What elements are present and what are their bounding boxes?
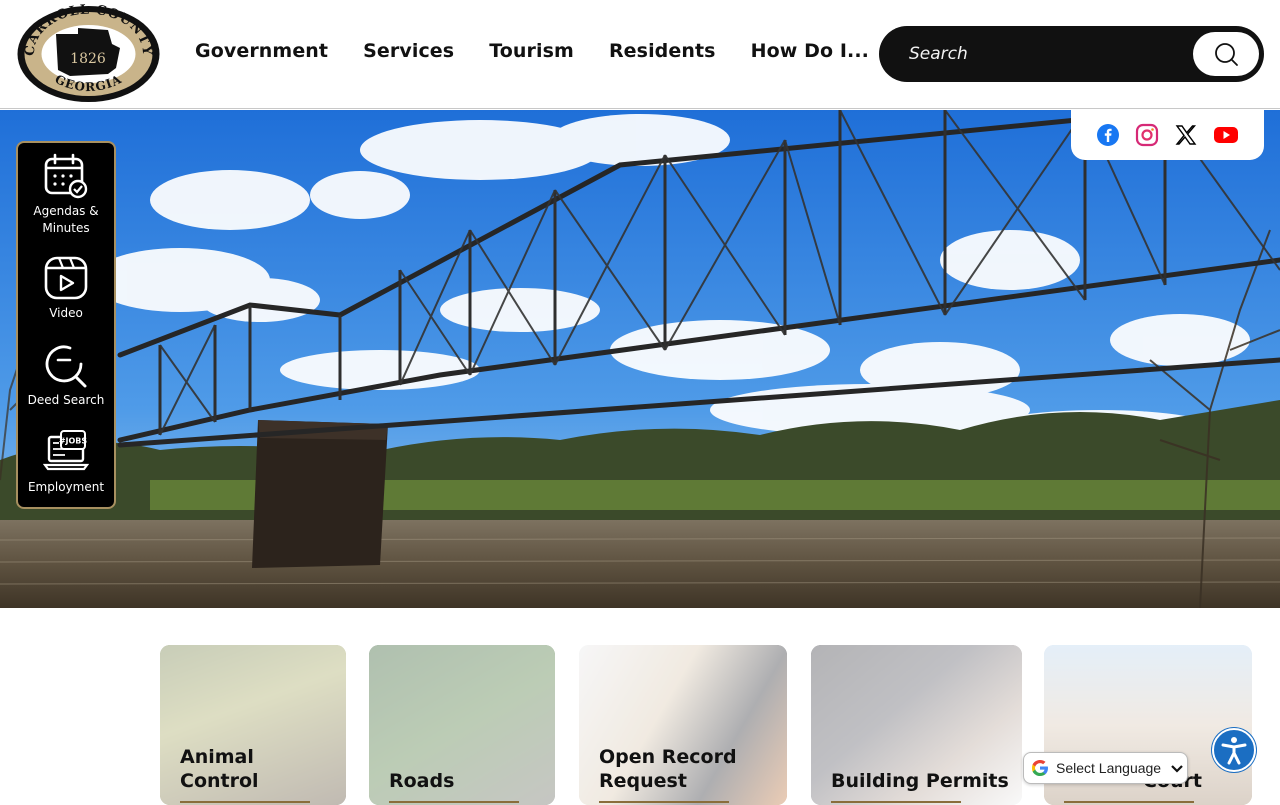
language-select[interactable]: Select Language [1023,752,1188,784]
tile-animal-control[interactable]: Animal Control [160,645,346,805]
youtube-icon[interactable] [1213,123,1239,147]
chevron-down-icon [1171,765,1183,773]
google-g-icon [1032,760,1048,776]
tile-underline [831,801,961,803]
tile-roads[interactable]: Roads [369,645,555,805]
accessibility-icon [1221,737,1247,765]
x-icon[interactable] [1174,123,1198,147]
social-links [1071,110,1264,160]
nav-tourism[interactable]: Tourism [489,40,574,62]
nav-how-do-i[interactable]: How Do I... [751,40,869,62]
hero-bridge-image [0,110,1280,608]
tile-underline [599,801,729,803]
quick-link-deed-search[interactable]: Deed Search [18,342,114,409]
quick-link-video-label: Video [49,306,83,320]
tile-open-record-request[interactable]: Open Record Request [579,645,787,805]
search-button[interactable] [1193,32,1259,76]
tile-roads-label: Roads [389,770,455,792]
quick-link-agendas[interactable]: Agendas & Minutes [18,153,114,237]
facebook-icon[interactable] [1096,123,1120,147]
site-header: CARROLL COUNTY GEORGIA 1826 Government S… [0,0,1280,109]
nav-services[interactable]: Services [363,40,454,62]
county-seal-logo[interactable]: CARROLL COUNTY GEORGIA 1826 [16,2,161,104]
language-select-label: Select Language [1056,760,1162,776]
search-icon [1215,43,1238,66]
accessibility-button[interactable] [1212,728,1256,772]
instagram-icon[interactable] [1135,123,1159,147]
logo-year: 1826 [70,51,106,67]
quick-link-agendas-label: Agendas & Minutes [33,204,99,235]
tile-animal-control-label: Animal Control [180,746,259,792]
video-play-icon [44,256,88,300]
tile-building-permits-label: Building Permits [831,770,1009,792]
tile-underline [1064,801,1194,803]
nav-government[interactable]: Government [195,40,328,62]
search-bar [879,26,1264,82]
search-input[interactable] [909,41,1169,67]
tile-underline [180,801,310,803]
quick-links-panel: Agendas & Minutes Video Deed Search #JOB… [16,141,116,509]
jobs-laptop-icon: #JOBS [43,430,89,471]
quick-link-employment-label: Employment [27,480,105,494]
calendar-check-icon [44,153,88,199]
svg-text:#JOBS: #JOBS [59,437,88,446]
quick-link-employment[interactable]: #JOBS Employment [18,429,114,496]
main-nav: Government Services Tourism Residents Ho… [195,40,904,62]
quick-link-video[interactable]: Video [18,255,114,322]
tile-open-record-request-label: Open Record Request [599,746,737,792]
tile-underline [389,801,519,803]
nav-residents[interactable]: Residents [609,40,716,62]
quick-link-deed-search-label: Deed Search [27,393,105,407]
deed-search-icon [45,345,87,388]
tile-building-permits[interactable]: Building Permits [811,645,1022,805]
